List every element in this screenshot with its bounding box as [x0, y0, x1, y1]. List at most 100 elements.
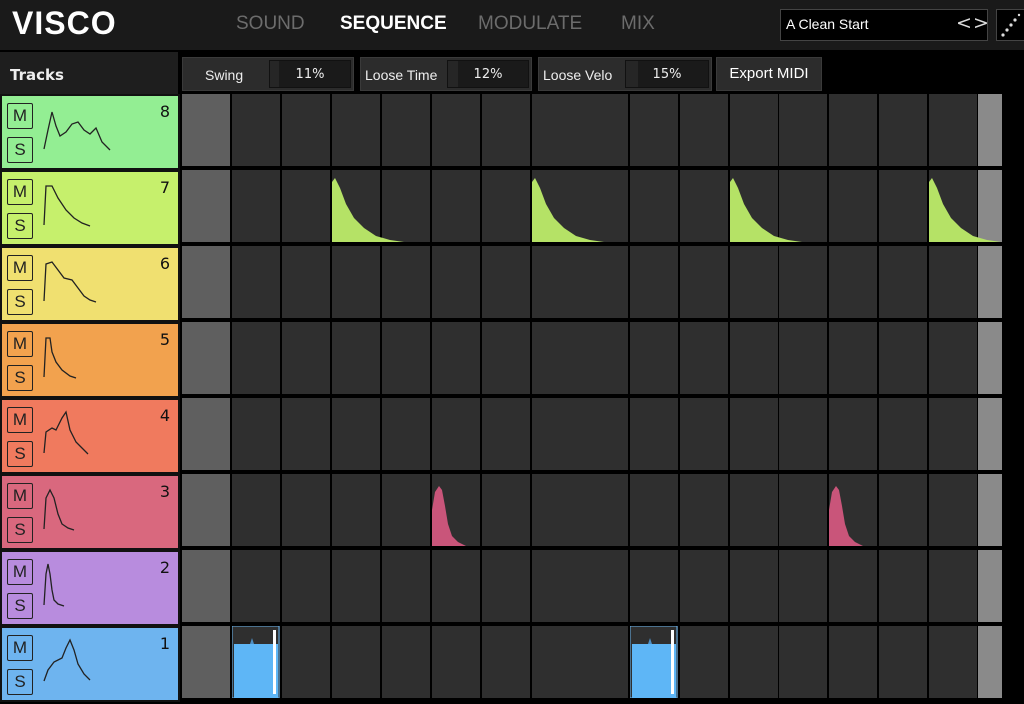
step-cell[interactable] — [630, 246, 678, 318]
tab-mix[interactable]: MIX — [621, 13, 655, 35]
step-cell[interactable] — [532, 626, 580, 698]
step-cell[interactable] — [482, 474, 530, 546]
step-cell[interactable] — [879, 626, 927, 698]
step-cell[interactable] — [630, 398, 678, 470]
step-cell[interactable] — [630, 170, 678, 242]
step-cell[interactable] — [730, 246, 778, 318]
preset-next-button[interactable]: > — [973, 12, 989, 34]
step-cell[interactable] — [879, 398, 927, 470]
step-cell[interactable] — [282, 246, 330, 318]
solo-button[interactable]: S — [7, 517, 33, 543]
loose-time-value-field[interactable]: 12% — [447, 60, 529, 88]
step-cell[interactable] — [382, 94, 430, 166]
step-cell[interactable] — [482, 626, 530, 698]
step-cell[interactable] — [232, 398, 280, 470]
step-cell-active[interactable] — [332, 170, 404, 242]
solo-button[interactable]: S — [7, 669, 33, 695]
step-cell[interactable] — [382, 550, 430, 622]
step-cell[interactable] — [779, 398, 827, 470]
solo-button[interactable]: S — [7, 213, 33, 239]
step-cell-active[interactable] — [829, 474, 877, 546]
step-cell[interactable] — [332, 474, 380, 546]
step-cell[interactable] — [282, 322, 330, 394]
export-midi-button[interactable]: Export MIDI — [716, 57, 822, 91]
step-cell[interactable] — [182, 94, 230, 166]
step-cell[interactable] — [829, 94, 877, 166]
step-cell[interactable] — [282, 474, 330, 546]
step-cell[interactable] — [680, 550, 728, 622]
step-cell[interactable] — [532, 550, 580, 622]
tab-modulate[interactable]: MODULATE — [478, 13, 582, 35]
step-cell[interactable] — [332, 94, 380, 166]
menu-button[interactable] — [996, 9, 1024, 41]
step-cell[interactable] — [580, 550, 628, 622]
step-cell[interactable] — [382, 398, 430, 470]
step-cell[interactable] — [432, 170, 480, 242]
step-cell[interactable] — [580, 626, 628, 698]
loose-velo-control[interactable]: Loose Velo 15% — [538, 57, 712, 91]
step-cell[interactable] — [532, 94, 580, 166]
step-cell[interactable] — [282, 170, 330, 242]
step-cell[interactable] — [532, 246, 580, 318]
step-cell[interactable] — [730, 550, 778, 622]
solo-button[interactable]: S — [7, 593, 33, 619]
step-cell[interactable] — [432, 626, 480, 698]
step-cell[interactable] — [182, 398, 230, 470]
step-cell[interactable] — [382, 474, 430, 546]
step-cell[interactable] — [232, 474, 280, 546]
step-cell[interactable] — [580, 322, 628, 394]
step-cell[interactable] — [929, 94, 977, 166]
step-cell[interactable] — [630, 474, 678, 546]
step-cell[interactable] — [482, 550, 530, 622]
step-cell[interactable] — [680, 94, 728, 166]
step-cell[interactable] — [382, 322, 430, 394]
step-cell[interactable] — [432, 398, 480, 470]
solo-button[interactable]: S — [7, 365, 33, 391]
row-scroll-strip[interactable] — [978, 94, 1002, 166]
row-scroll-strip[interactable] — [978, 322, 1002, 394]
step-cell[interactable] — [779, 94, 827, 166]
step-cell[interactable] — [730, 322, 778, 394]
step-cell[interactable] — [432, 94, 480, 166]
step-cell[interactable] — [879, 94, 927, 166]
mute-button[interactable]: M — [7, 255, 33, 281]
mute-button[interactable]: M — [7, 103, 33, 129]
preset-prev-button[interactable]: < — [956, 12, 972, 34]
step-cell[interactable] — [630, 322, 678, 394]
step-cell[interactable] — [332, 550, 380, 622]
step-cell[interactable] — [432, 322, 480, 394]
solo-button[interactable]: S — [7, 441, 33, 467]
step-cell[interactable] — [182, 626, 230, 698]
step-cell[interactable] — [630, 94, 678, 166]
step-cell-active[interactable] — [730, 170, 802, 242]
step-cell[interactable] — [680, 246, 728, 318]
row-scroll-strip[interactable] — [978, 474, 1002, 546]
step-cell[interactable] — [182, 246, 230, 318]
step-cell[interactable] — [879, 322, 927, 394]
step-cell[interactable] — [829, 170, 877, 242]
step-cell[interactable] — [182, 170, 230, 242]
step-cell[interactable] — [332, 322, 380, 394]
step-cell[interactable] — [580, 398, 628, 470]
step-cell[interactable] — [680, 170, 728, 242]
tab-sequence[interactable]: SEQUENCE — [340, 13, 447, 35]
step-cell[interactable] — [829, 550, 877, 622]
step-cell[interactable] — [730, 474, 778, 546]
loose-time-control[interactable]: Loose Time 12% — [360, 57, 532, 91]
mute-button[interactable]: M — [7, 179, 33, 205]
step-cell[interactable] — [532, 322, 580, 394]
tab-sound[interactable]: SOUND — [236, 13, 305, 35]
step-cell[interactable] — [580, 94, 628, 166]
mute-button[interactable]: M — [7, 407, 33, 433]
step-cell[interactable] — [879, 474, 927, 546]
solo-button[interactable]: S — [7, 289, 33, 315]
step-cell[interactable] — [879, 170, 927, 242]
row-scroll-strip[interactable] — [978, 626, 1002, 698]
mute-button[interactable]: M — [7, 331, 33, 357]
mute-button[interactable]: M — [7, 483, 33, 509]
step-cell[interactable] — [779, 550, 827, 622]
step-cell[interactable] — [182, 322, 230, 394]
step-cell[interactable] — [730, 398, 778, 470]
step-cell-active[interactable] — [630, 626, 678, 698]
row-scroll-strip[interactable] — [978, 246, 1002, 318]
